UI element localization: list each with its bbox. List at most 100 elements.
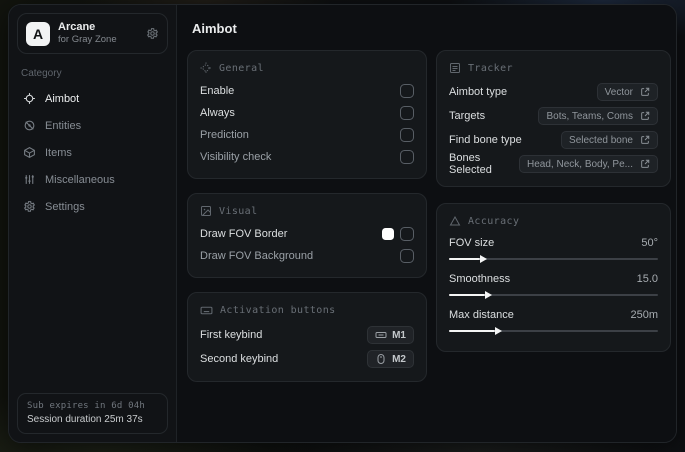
visual-card-header: Visual (200, 205, 414, 217)
brand-name: Arcane (58, 21, 96, 33)
fov-border-color-swatch[interactable] (382, 228, 394, 240)
brand-subtitle: for Gray Zone (58, 34, 117, 45)
setting-label: Draw FOV Background (200, 250, 314, 262)
bones-selected-dropdown[interactable]: Head, Neck, Body, Pe... (519, 155, 658, 173)
dropdown-value: Selected bone (569, 134, 633, 146)
setting-label: Bones Selected (449, 152, 492, 176)
activation-card-header: Activation buttons (200, 304, 414, 317)
sidebar-item-aimbot[interactable]: Aimbot (17, 85, 168, 112)
cheat-menu-window: A Arcane for Gray Zone Category Aimbot E… (8, 4, 677, 443)
setting-label: Visibility check (200, 151, 272, 163)
always-checkbox[interactable] (400, 106, 414, 120)
dropdown-value: Head, Neck, Body, Pe... (527, 158, 633, 170)
sidebar-item-label: Settings (45, 200, 85, 213)
dropdown-value: Bots, Teams, Coms (546, 110, 633, 122)
gear-icon[interactable] (146, 27, 159, 40)
keybind-value: M2 (392, 353, 406, 365)
setting-label: Targets (449, 110, 486, 122)
sidebar-item-entities[interactable]: Entities (17, 112, 168, 139)
sidebar-item-items[interactable]: Items (17, 139, 168, 166)
slider-fill (449, 258, 481, 260)
sidebar-item-settings[interactable]: Settings (17, 193, 168, 220)
second-keybind-button[interactable]: M2 (367, 350, 414, 368)
expand-icon (640, 159, 650, 169)
setting-label: First keybind (200, 329, 263, 341)
sidebar-item-label: Items (45, 146, 72, 159)
setting-row: First keybind M1 (200, 323, 414, 347)
aimbot-type-dropdown[interactable]: Vector (596, 83, 658, 101)
find-bone-type-dropdown[interactable]: Selected bone (561, 131, 658, 149)
session-card: Sub expires in 6d 04h Session duration 2… (17, 393, 168, 434)
left-column: General Enable Always Prediction Visibil… (187, 50, 427, 382)
visibility-check-checkbox[interactable] (400, 150, 414, 164)
slider-label: FOV size (449, 237, 495, 249)
tracker-card: Tracker Aimbot type Vector Targets Bots,… (436, 50, 671, 187)
crosshair-dotted-icon (200, 62, 212, 74)
package-icon (23, 146, 36, 159)
list-box-icon (449, 62, 461, 74)
expand-icon (640, 111, 650, 121)
fov-size-slider[interactable] (449, 258, 658, 260)
first-keybind-button[interactable]: M1 (367, 326, 414, 344)
expand-icon (640, 87, 650, 97)
accuracy-card-header: Accuracy (449, 215, 658, 227)
gear-icon (23, 200, 36, 213)
brand-logo: A (26, 21, 50, 46)
slider-value: 250m (630, 309, 658, 321)
setting-row: Enable (200, 80, 414, 102)
sliders-icon (23, 173, 36, 186)
setting-row: Second keybind M2 (200, 347, 414, 371)
expand-icon (640, 135, 650, 145)
smoothness-slider[interactable] (449, 294, 658, 296)
sidebar-nav: Aimbot Entities Items Miscellaneous Sett… (17, 85, 168, 220)
activation-card-title: Activation buttons (220, 305, 336, 316)
accuracy-card: Accuracy FOV size 50° Smoothness 15.0 Ma… (436, 203, 671, 352)
setting-label: Aimbot type (449, 86, 508, 98)
entities-icon (23, 119, 36, 132)
prediction-checkbox[interactable] (400, 128, 414, 142)
fov-size-slider-group: FOV size 50° (449, 233, 658, 260)
brand-card: A Arcane for Gray Zone (17, 13, 168, 54)
enable-checkbox[interactable] (400, 84, 414, 98)
setting-row: Always (200, 102, 414, 124)
setting-label: Prediction (200, 129, 249, 141)
sidebar-item-label: Aimbot (45, 92, 80, 105)
setting-row: Targets Bots, Teams, Coms (449, 104, 658, 128)
setting-row: Visibility check (200, 146, 414, 168)
setting-label: Second keybind (200, 353, 279, 365)
setting-label: Find bone type (449, 134, 522, 146)
setting-row: Prediction (200, 124, 414, 146)
category-label: Category (21, 68, 62, 79)
activation-card: Activation buttons First keybind M1 Seco… (187, 292, 427, 382)
setting-row: Aimbot type Vector (449, 80, 658, 104)
brand-text: Arcane for Gray Zone (58, 21, 138, 46)
draw-fov-background-checkbox[interactable] (400, 249, 414, 263)
session-duration-text: Session duration 25m 37s (27, 414, 143, 425)
slider-value: 50° (641, 237, 658, 249)
setting-label: Enable (200, 85, 235, 97)
general-card: General Enable Always Prediction Visibil… (187, 50, 427, 179)
keyboard-icon (200, 304, 213, 317)
slider-label: Smoothness (449, 273, 511, 285)
sidebar-item-miscellaneous[interactable]: Miscellaneous (17, 166, 168, 193)
right-column: Tracker Aimbot type Vector Targets Bots,… (436, 50, 671, 352)
max-distance-slider-group: Max distance 250m (449, 305, 658, 332)
slider-value: 15.0 (636, 273, 658, 285)
visual-card: Visual Draw FOV Border Draw FOV Backgrou… (187, 193, 427, 278)
image-icon (200, 205, 212, 217)
general-card-title: General (219, 62, 264, 74)
keyboard-icon (375, 329, 387, 341)
dropdown-value: Vector (604, 86, 633, 98)
accuracy-card-title: Accuracy (468, 215, 520, 227)
sidebar-item-label: Entities (45, 119, 82, 132)
targets-dropdown[interactable]: Bots, Teams, Coms (538, 107, 658, 125)
max-distance-slider[interactable] (449, 330, 658, 332)
visual-card-title: Visual (219, 205, 258, 217)
crosshair-icon (23, 92, 36, 105)
sidebar-item-label: Miscellaneous (45, 173, 115, 186)
draw-fov-border-checkbox[interactable] (400, 227, 414, 241)
setting-label: Always (200, 107, 235, 119)
triangle-icon (449, 215, 461, 227)
keybind-value: M1 (392, 329, 406, 341)
sidebar: A Arcane for Gray Zone Category Aimbot E… (9, 5, 177, 442)
